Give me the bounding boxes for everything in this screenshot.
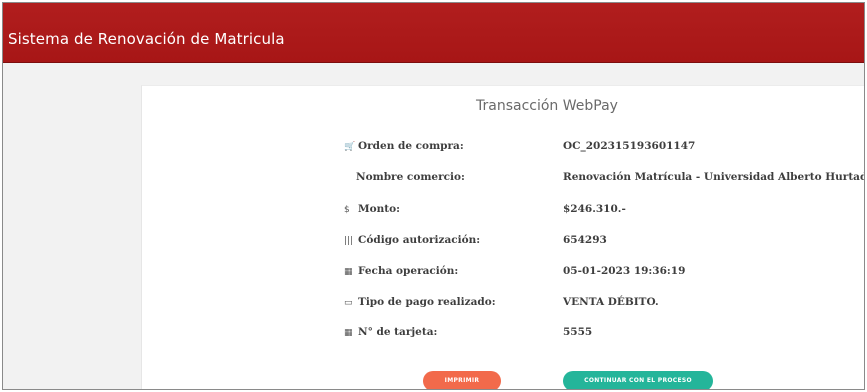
dollar-icon: $ [344, 205, 350, 215]
row-label: Fecha operación: [358, 265, 459, 277]
row-card-number: ▦ N° de tarjeta: 5555 [142, 326, 864, 346]
row-label: Monto: [358, 203, 400, 215]
row-value: 05-01-2023 19:36:19 [563, 265, 686, 277]
row-merchant: Nombre comercio: Renovación Matrícula - … [142, 171, 865, 191]
row-label: Orden de compra: [358, 140, 464, 152]
row-payment-type: ▭ Tipo de pago realizado: VENTA DÉBITO. [142, 296, 864, 316]
browser-frame: Sistema de Renovación de Matricula Trans… [2, 2, 865, 390]
row-label: Nombre comercio: [356, 171, 465, 183]
row-order: 🛒 Orden de compra: OC_202315193601147 [142, 140, 864, 160]
row-value: $246.310.- [563, 203, 626, 215]
app-header: Sistema de Renovación de Matricula [3, 3, 864, 63]
row-label: N° de tarjeta: [358, 326, 438, 338]
row-value: OC_202315193601147 [563, 140, 696, 152]
row-label: Tipo de pago realizado: [358, 296, 496, 308]
row-value: 5555 [563, 326, 593, 338]
row-date: ▦ Fecha operación: 05-01-2023 19:36:19 [142, 265, 864, 285]
row-auth-code: ||| Código autorización: 654293 [142, 234, 864, 254]
transaction-title: Transacción WebPay [476, 98, 618, 114]
cart-icon: 🛒 [344, 142, 356, 152]
row-amount: $ Monto: $246.310.- [142, 203, 864, 223]
barcode-icon: ||| [344, 236, 354, 246]
card-icon: ▭ [344, 298, 353, 308]
print-button[interactable]: IMPRIMIR [423, 371, 501, 389]
app-title: Sistema de Renovación de Matricula [8, 30, 285, 48]
transaction-panel: Transacción WebPay 🛒 Orden de compra: OC_… [141, 85, 865, 389]
calendar-icon: ▦ [344, 328, 353, 338]
row-value: 654293 [563, 234, 607, 246]
calendar-icon: ▦ [344, 267, 353, 277]
continue-process-button[interactable]: CONTINUAR CON EL PROCESO [563, 371, 713, 389]
row-value: Renovación Matrícula - Universidad Alber… [563, 171, 865, 183]
row-value: VENTA DÉBITO. [563, 296, 659, 308]
row-label: Código autorización: [358, 234, 481, 246]
